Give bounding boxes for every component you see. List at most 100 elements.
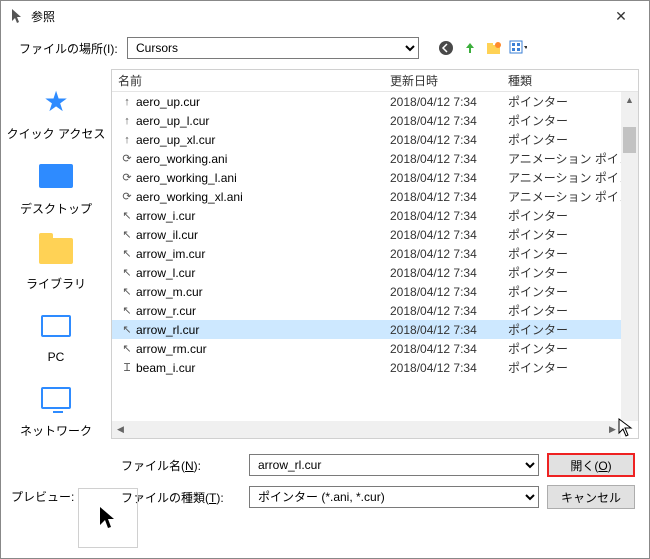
view-menu-icon[interactable] — [509, 39, 527, 57]
file-type: ポインター — [508, 131, 638, 148]
place-network[interactable]: ネットワーク — [20, 378, 92, 439]
file-date: 2018/04/12 7:34 — [390, 133, 508, 147]
file-name: aero_working_xl.ani — [136, 190, 390, 204]
file-name: arrow_i.cur — [136, 209, 390, 223]
file-row[interactable]: ↖arrow_il.cur2018/04/12 7:34ポインター — [112, 225, 638, 244]
location-bar: ファイルの場所(I): Cursors — [1, 31, 649, 69]
place-desktop[interactable]: デスクトップ — [20, 156, 92, 217]
file-type: ポインター — [508, 93, 638, 110]
cursor-preview-icon — [98, 506, 118, 530]
file-type: ポインター — [508, 226, 638, 243]
file-list: 名前 更新日時 種類 ↑aero_up.cur2018/04/12 7:34ポイ… — [111, 69, 639, 439]
cancel-button[interactable]: キャンセル — [547, 485, 635, 509]
file-name: arrow_l.cur — [136, 266, 390, 280]
file-icon: ↖ — [118, 323, 136, 336]
file-row[interactable]: ⟳aero_working.ani2018/04/12 7:34アニメーション … — [112, 149, 638, 168]
col-date[interactable]: 更新日時 — [390, 72, 508, 89]
col-type[interactable]: 種類 — [508, 72, 638, 89]
file-date: 2018/04/12 7:34 — [390, 342, 508, 356]
file-type: アニメーション ポイン — [508, 150, 638, 167]
file-date: 2018/04/12 7:34 — [390, 114, 508, 128]
file-name: aero_up.cur — [136, 95, 390, 109]
file-type: ポインター — [508, 321, 638, 338]
file-row[interactable]: ↖arrow_l.cur2018/04/12 7:34ポインター — [112, 263, 638, 282]
file-row[interactable]: ↖arrow_rm.cur2018/04/12 7:34ポインター — [112, 339, 638, 358]
file-icon: ⟳ — [118, 190, 136, 203]
file-type: アニメーション ポイン — [508, 188, 638, 205]
file-name: arrow_r.cur — [136, 304, 390, 318]
file-row[interactable]: ↑aero_up.cur2018/04/12 7:34ポインター — [112, 92, 638, 111]
file-type: ポインター — [508, 302, 638, 319]
back-icon[interactable] — [437, 39, 455, 57]
file-icon: ⟳ — [118, 171, 136, 184]
file-row[interactable]: ↖arrow_r.cur2018/04/12 7:34ポインター — [112, 301, 638, 320]
vertical-scrollbar[interactable]: ▲ — [621, 92, 638, 421]
file-name: arrow_im.cur — [136, 247, 390, 261]
new-folder-icon[interactable] — [485, 39, 503, 57]
file-row[interactable]: ↖arrow_rl.cur2018/04/12 7:34ポインター — [112, 320, 638, 339]
location-label: ファイルの場所(I): — [19, 40, 119, 57]
up-icon[interactable] — [461, 39, 479, 57]
file-row[interactable]: ⟳aero_working_l.ani2018/04/12 7:34アニメーショ… — [112, 168, 638, 187]
file-icon: ↖ — [118, 285, 136, 298]
file-type: ポインター — [508, 283, 638, 300]
horizontal-scrollbar[interactable]: ◀▶ — [112, 421, 621, 438]
file-name: aero_up_l.cur — [136, 114, 390, 128]
file-name: aero_working.ani — [136, 152, 390, 166]
file-date: 2018/04/12 7:34 — [390, 209, 508, 223]
place-pc[interactable]: PC — [36, 306, 76, 364]
cursor-app-icon — [9, 8, 25, 24]
file-date: 2018/04/12 7:34 — [390, 190, 508, 204]
file-icon: ↖ — [118, 209, 136, 222]
file-icon: ↑ — [118, 134, 136, 146]
filetype-select[interactable]: ポインター (*.ani, *.cur) — [249, 486, 539, 508]
list-header[interactable]: 名前 更新日時 種類 — [112, 70, 638, 92]
file-icon: ↖ — [118, 228, 136, 241]
file-date: 2018/04/12 7:34 — [390, 228, 508, 242]
preview-box — [78, 488, 138, 548]
close-button[interactable]: ✕ — [601, 8, 641, 25]
file-row[interactable]: ↖arrow_im.cur2018/04/12 7:34ポインター — [112, 244, 638, 263]
file-type: ポインター — [508, 112, 638, 129]
file-row[interactable]: ⟳aero_working_xl.ani2018/04/12 7:34アニメーシ… — [112, 187, 638, 206]
file-type: ポインター — [508, 207, 638, 224]
file-name: arrow_m.cur — [136, 285, 390, 299]
place-quick-access[interactable]: ★クイック アクセス — [7, 81, 106, 142]
file-name: aero_working_l.ani — [136, 171, 390, 185]
col-name[interactable]: 名前 — [118, 72, 390, 89]
file-icon: ↖ — [118, 247, 136, 260]
file-name: arrow_rl.cur — [136, 323, 390, 337]
file-icon: ↖ — [118, 342, 136, 355]
file-date: 2018/04/12 7:34 — [390, 361, 508, 375]
file-date: 2018/04/12 7:34 — [390, 95, 508, 109]
file-type: ポインター — [508, 340, 638, 357]
file-icon: ↖ — [118, 304, 136, 317]
file-name: beam_i.cur — [136, 361, 390, 375]
file-type: ポインター — [508, 245, 638, 262]
location-select[interactable]: Cursors — [127, 37, 419, 59]
file-icon: ⟳ — [118, 152, 136, 165]
file-row[interactable]: ↑aero_up_xl.cur2018/04/12 7:34ポインター — [112, 130, 638, 149]
file-date: 2018/04/12 7:34 — [390, 171, 508, 185]
file-name: arrow_il.cur — [136, 228, 390, 242]
file-type: ポインター — [508, 264, 638, 281]
file-date: 2018/04/12 7:34 — [390, 304, 508, 318]
file-row[interactable]: ↖arrow_m.cur2018/04/12 7:34ポインター — [112, 282, 638, 301]
file-type: ポインター — [508, 359, 638, 376]
filename-input[interactable]: arrow_rl.cur — [249, 454, 539, 476]
open-button[interactable]: 開く(O) — [547, 453, 635, 477]
file-type: アニメーション ポイン — [508, 169, 638, 186]
preview-area: プレビュー: — [11, 488, 138, 548]
file-row[interactable]: Ɪbeam_i.cur2018/04/12 7:34ポインター — [112, 358, 638, 377]
titlebar: 参照 ✕ — [1, 1, 649, 31]
file-row[interactable]: ↖arrow_i.cur2018/04/12 7:34ポインター — [112, 206, 638, 225]
filetype-label: ファイルの種類(T): — [121, 489, 241, 506]
file-row[interactable]: ↑aero_up_l.cur2018/04/12 7:34ポインター — [112, 111, 638, 130]
file-icon: ↑ — [118, 115, 136, 127]
file-icon: ↑ — [118, 96, 136, 108]
places-bar: ★クイック アクセス デスクトップ ライブラリ PC ネットワーク — [1, 69, 111, 439]
place-library[interactable]: ライブラリ — [26, 231, 86, 292]
preview-label: プレビュー: — [11, 488, 74, 505]
file-name: arrow_rm.cur — [136, 342, 390, 356]
window-title: 参照 — [31, 8, 601, 25]
